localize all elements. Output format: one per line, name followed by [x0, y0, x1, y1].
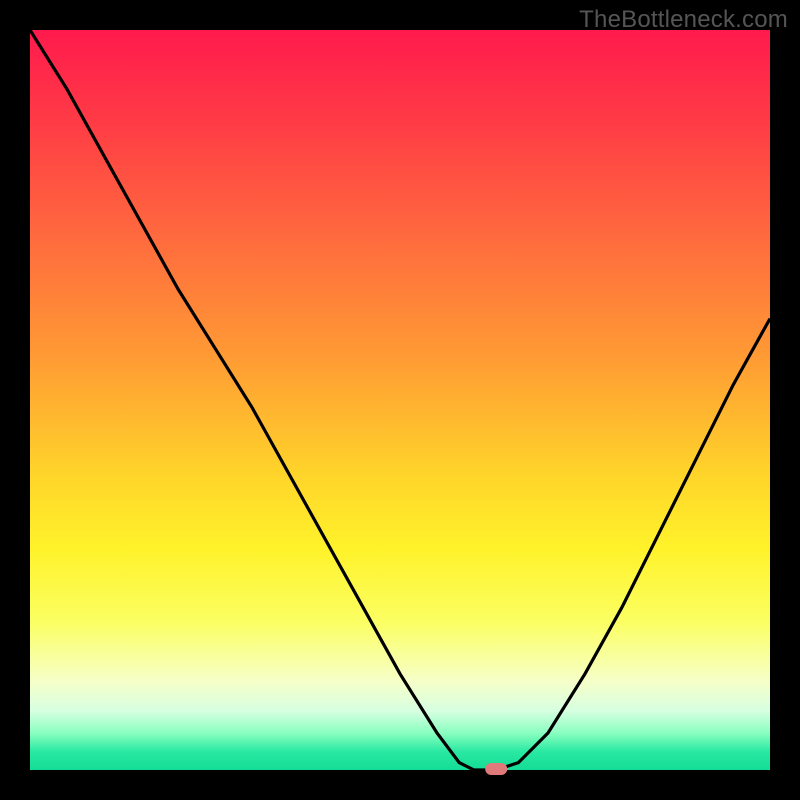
- bottleneck-curve: [30, 30, 770, 770]
- chart-svg-overlay: [0, 0, 800, 800]
- chart-container: TheBottleneck.com: [0, 0, 800, 800]
- attribution-label: TheBottleneck.com: [579, 6, 788, 34]
- optimal-marker: [485, 763, 507, 775]
